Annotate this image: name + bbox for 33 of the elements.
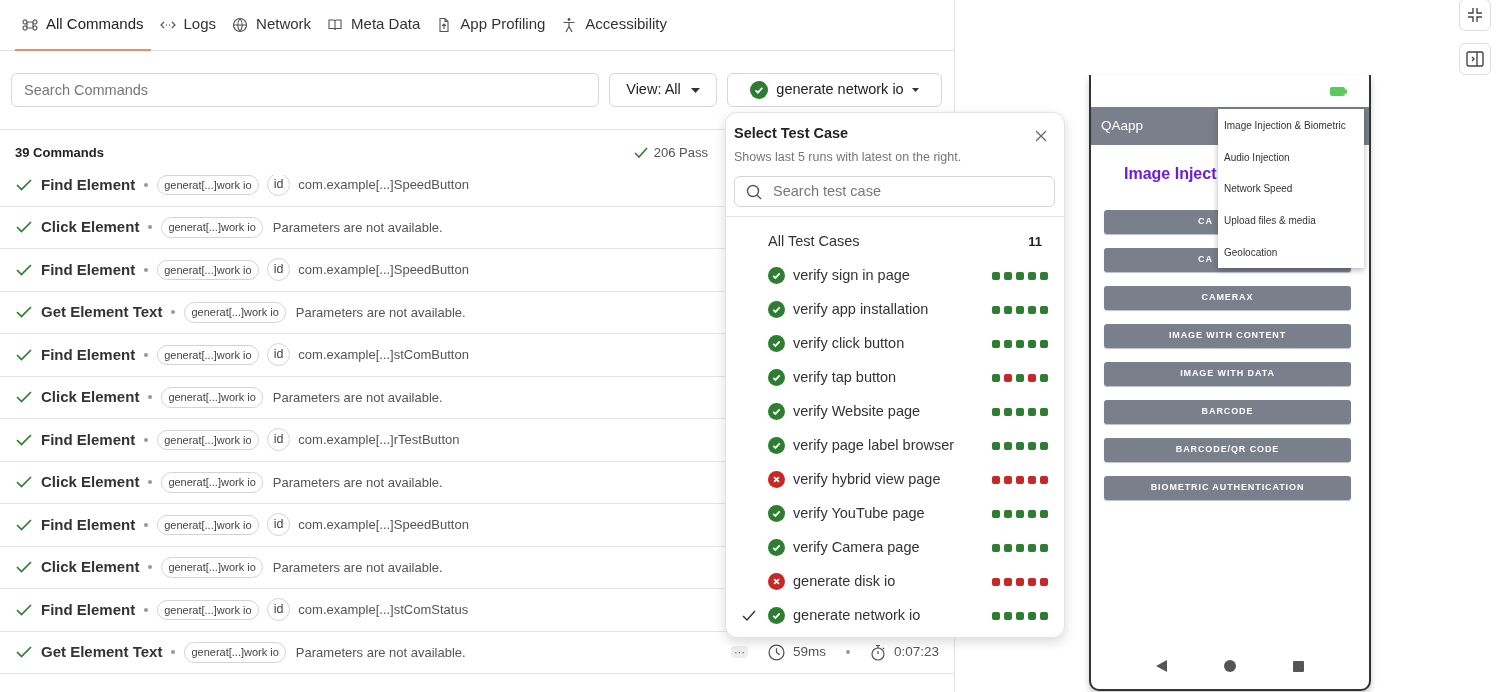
- popover-subtitle: Shows last 5 runs with latest on the right.: [734, 148, 962, 166]
- parameters-text: Parameters are not available.: [295, 643, 466, 662]
- parameters-text: Parameters are not available.: [272, 218, 443, 237]
- elapsed-time: 0:07:23: [893, 643, 939, 662]
- locator-value: com.example[...]stComButton: [298, 346, 469, 364]
- locator-value: com.example[...]rTestButton: [298, 431, 460, 449]
- parameters-text: Parameters are not available.: [272, 558, 443, 577]
- commands-count: 39 Commands: [15, 143, 104, 162]
- parameters-text: Parameters are not available.: [272, 388, 443, 407]
- command-name: Find Element: [41, 344, 136, 365]
- command-name: Click Element: [41, 387, 140, 407]
- app-title: QAapp: [1101, 116, 1144, 135]
- command-name: Find Element: [41, 175, 136, 195]
- duration-text: 59ms: [792, 643, 826, 662]
- locator-value: com.example[...]SpeedButton: [298, 176, 469, 194]
- passed-count: 206 Pass: [653, 143, 708, 162]
- command-name: Click Element: [41, 217, 140, 237]
- command-name: Get Element Text: [41, 642, 163, 662]
- locator-value: com.example[...]SpeedButton: [298, 261, 469, 279]
- popover-title: Select Test Case: [734, 124, 849, 143]
- command-name: Click Element: [41, 472, 140, 492]
- command-name: Find Element: [41, 599, 136, 620]
- locator-value: com.example[...]stComStatus: [298, 601, 469, 619]
- screen-heading: Image Inject: [1124, 164, 1217, 184]
- command-name: Click Element: [41, 557, 140, 577]
- command-name: Find Element: [41, 259, 136, 280]
- command-name: Get Element Text: [41, 302, 163, 322]
- parameters-text: Parameters are not available.: [272, 473, 443, 492]
- parameters-text: Parameters are not available.: [295, 303, 466, 322]
- locator-value: com.example[...]SpeedButton: [298, 516, 469, 534]
- count-label: 11: [1028, 232, 1042, 251]
- command-name: Find Element: [41, 429, 136, 450]
- command-name: Find Element: [41, 514, 136, 535]
